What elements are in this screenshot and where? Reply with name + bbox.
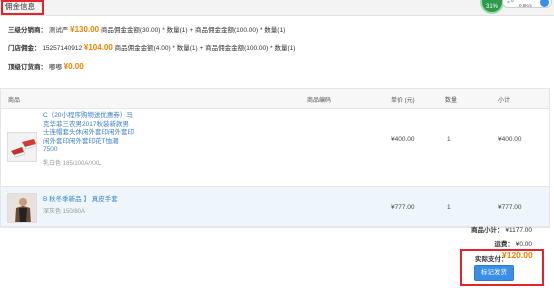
freight-value: ¥0.00 bbox=[515, 241, 532, 248]
commission-level3-amount: ¥130.00 bbox=[70, 25, 100, 34]
network-stat-widget[interactable]: 31% × 0 0.6K/s bbox=[480, 0, 554, 14]
commission-top-amount: ¥0.00 bbox=[63, 62, 84, 71]
subtotal-line: 商品小计： ¥1177.00 bbox=[471, 224, 532, 234]
product-spec: 深灰色 150/80A bbox=[43, 209, 86, 215]
close-icon[interactable]: × bbox=[507, 0, 510, 6]
product-name-line: 闲外套印闲外套印花T恤潮 bbox=[43, 137, 119, 145]
commission-level3-label: 三级分销商： bbox=[8, 27, 47, 34]
commission-top-name: 嘟嘟 bbox=[48, 64, 62, 71]
table-row: C（20小程序购物送优惠券）马 克华菲三农男2017秋装新款男 士连帽套头休闲外… bbox=[1, 109, 549, 187]
percent-text: 31% bbox=[485, 4, 498, 10]
count-text: 0 bbox=[511, 0, 514, 3]
product-price: ¥400.00 bbox=[391, 136, 415, 143]
section-header: 佣金信息 bbox=[0, 0, 554, 16]
freight-label: 运费： bbox=[494, 241, 514, 248]
commission-store-name: 15257140912 bbox=[42, 45, 83, 52]
product-subtotal: ¥400.00 bbox=[498, 136, 522, 143]
commission-level3-formula: 商品佣金金额(30.00) * 数量(1) + 商品佣金金额(100.00) *… bbox=[100, 27, 286, 34]
mark-shipped-button[interactable]: 标记发货 bbox=[474, 265, 514, 281]
commission-level3-name: 测试严 bbox=[48, 27, 69, 34]
pay-value: ¥120.00 bbox=[502, 250, 533, 260]
commission-top: 顶级订货商： 嘟嘟 ¥0.00 bbox=[8, 62, 84, 73]
order-items-table: 商品 商品编码 单价 (元) 数量 小计 C（20小程序购物送优惠券）马 克华菲… bbox=[0, 88, 550, 228]
progress-ring: 31% bbox=[480, 0, 504, 14]
product-name-line: 7500 bbox=[43, 146, 58, 154]
product-name-link[interactable]: B 秋冬季新品 】 真皮手套 bbox=[43, 196, 118, 205]
product-price: ¥777.00 bbox=[391, 204, 415, 211]
accelerate-icon[interactable] bbox=[540, 0, 549, 7]
subtotal-label: 商品小计： bbox=[471, 227, 504, 234]
commission-top-label: 顶级订货商： bbox=[8, 64, 47, 71]
product-thumbnail[interactable] bbox=[7, 193, 37, 223]
subtotal-value: ¥1177.00 bbox=[505, 227, 532, 234]
product-name-line: C（20小程序购物送优惠券）马 bbox=[43, 112, 133, 119]
product-spec: 乳白色 185/100A/XXL bbox=[43, 161, 102, 167]
product-subtotal: ¥777.00 bbox=[498, 204, 522, 211]
table-header: 商品 商品编码 单价 (元) 数量 小计 bbox=[1, 89, 549, 109]
speed-box: × 0 0.6K/s bbox=[502, 0, 552, 8]
speed-text: 0.6K/s bbox=[519, 3, 532, 8]
highlight-box-title bbox=[1, 0, 44, 15]
col-price: 单价 (元) bbox=[391, 98, 415, 104]
product-name-line: 克华菲三农男2017秋装新款男 bbox=[43, 120, 129, 128]
product-name-line: 士连帽套头休闲外套印闲外套印 bbox=[43, 129, 134, 137]
commission-store-formula: 商品佣金金额(4.00) * 数量(1) + 商品佣金金额(100.00) * … bbox=[114, 45, 296, 52]
table-row: B 秋冬季新品 】 真皮手套 深灰色 150/80A ¥777.00 1 ¥77… bbox=[1, 187, 549, 227]
product-qty: 1 bbox=[447, 136, 451, 143]
commission-level3: 三级分销商： 测试严 ¥130.00 商品佣金金额(30.00) * 数量(1)… bbox=[8, 25, 285, 36]
col-subtotal: 小计 bbox=[498, 98, 511, 104]
commission-store: 门店佣金： 15257140912 ¥104.00 商品佣金金额(4.00) *… bbox=[8, 43, 295, 54]
product-qty: 1 bbox=[447, 204, 451, 211]
product-name-link[interactable]: C（20小程序购物送优惠券）马 克华菲三农男2017秋装新款男 士连帽套头休闲外… bbox=[43, 112, 149, 155]
col-product: 商品 bbox=[8, 98, 21, 104]
commission-store-amount: ¥104.00 bbox=[83, 43, 113, 52]
col-qty: 数量 bbox=[445, 98, 458, 104]
col-code: 商品编码 bbox=[307, 98, 332, 104]
product-thumbnail[interactable] bbox=[7, 132, 37, 162]
commission-store-label: 门店佣金： bbox=[8, 45, 41, 52]
freight-line: 运费： ¥0.00 bbox=[494, 238, 532, 248]
